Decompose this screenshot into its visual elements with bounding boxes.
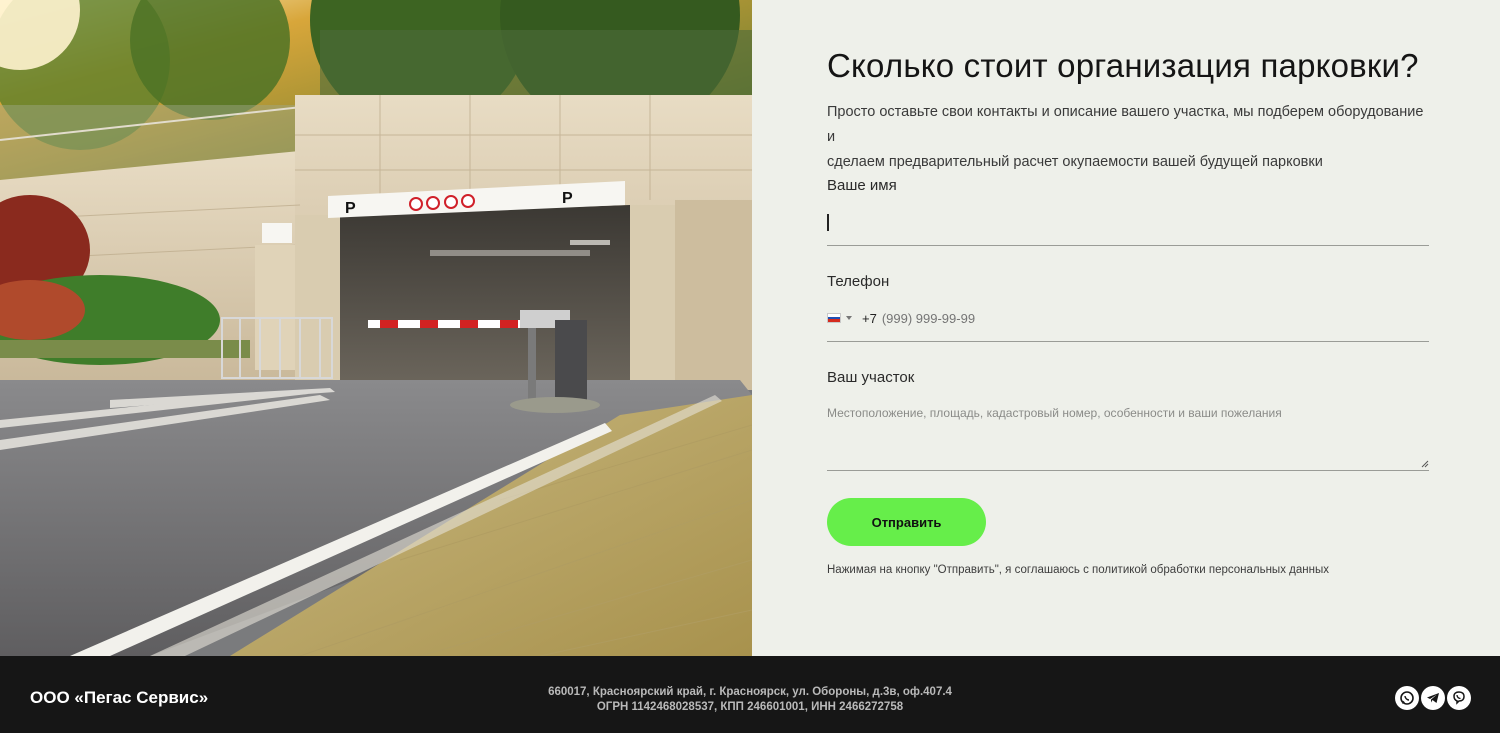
footer: ООО «Пегас Сервис» 660017, Красноярский … xyxy=(0,656,1500,733)
phone-country-code: +7 xyxy=(862,310,877,326)
address-line-2: ОГРН 1142468028537, КПП 246601001, ИНН 2… xyxy=(596,701,904,713)
russia-flag-icon[interactable] xyxy=(827,313,841,323)
name-label: Ваше имя xyxy=(827,177,897,194)
name-underline xyxy=(827,245,1429,246)
company-address: 660017, Красноярский край, г. Красноярск… xyxy=(450,685,1050,715)
name-field[interactable]: Ваше имя xyxy=(827,176,1429,246)
parking-sign-1: P xyxy=(345,200,356,217)
request-form: Сколько стоит организация парковки? Прос… xyxy=(827,44,1429,576)
telegram-icon[interactable] xyxy=(1421,686,1445,710)
whatsapp-icon[interactable] xyxy=(1395,686,1419,710)
plot-label: Ваш участок xyxy=(827,369,915,386)
text-caret xyxy=(827,214,829,231)
textarea-resize-handle-icon[interactable] xyxy=(1421,460,1429,468)
parking-sign-2: P xyxy=(562,190,573,207)
consent-text: Нажимая на кнопку "Отправить", я соглаша… xyxy=(827,564,1329,576)
plot-field[interactable]: Ваш участок Местоположение, площадь, кад… xyxy=(827,368,1429,472)
form-subtitle-line-2: сделаем предварительный расчет окупаемос… xyxy=(827,154,1323,170)
phone-input-row[interactable]: +7 xyxy=(827,310,1082,326)
address-line-1: 660017, Красноярский край, г. Красноярск… xyxy=(548,686,952,698)
phone-input[interactable] xyxy=(881,310,1082,326)
parking-entrance-photo: P P xyxy=(0,0,752,656)
plot-underline xyxy=(827,470,1429,471)
company-name: ООО «Пегас Сервис» xyxy=(30,688,209,707)
plot-textarea-placeholder[interactable]: Местоположение, площадь, кадастровый ном… xyxy=(827,406,1282,420)
request-form-panel: Сколько стоит организация парковки? Прос… xyxy=(752,0,1500,656)
phone-underline xyxy=(827,341,1429,342)
country-dropdown-chevron-icon[interactable] xyxy=(846,316,852,320)
viber-icon[interactable] xyxy=(1447,686,1471,710)
submit-button[interactable]: Отправить xyxy=(827,498,986,546)
phone-field[interactable]: Телефон +7 xyxy=(827,272,1429,342)
form-subtitle-line-1: Просто оставьте свои контакты и описание… xyxy=(827,104,1424,145)
form-subtitle: Просто оставьте свои контакты и описание… xyxy=(827,100,1429,175)
social-links xyxy=(1395,686,1471,710)
form-title: Сколько стоит организация парковки? xyxy=(827,47,1419,84)
phone-label: Телефон xyxy=(827,273,890,290)
